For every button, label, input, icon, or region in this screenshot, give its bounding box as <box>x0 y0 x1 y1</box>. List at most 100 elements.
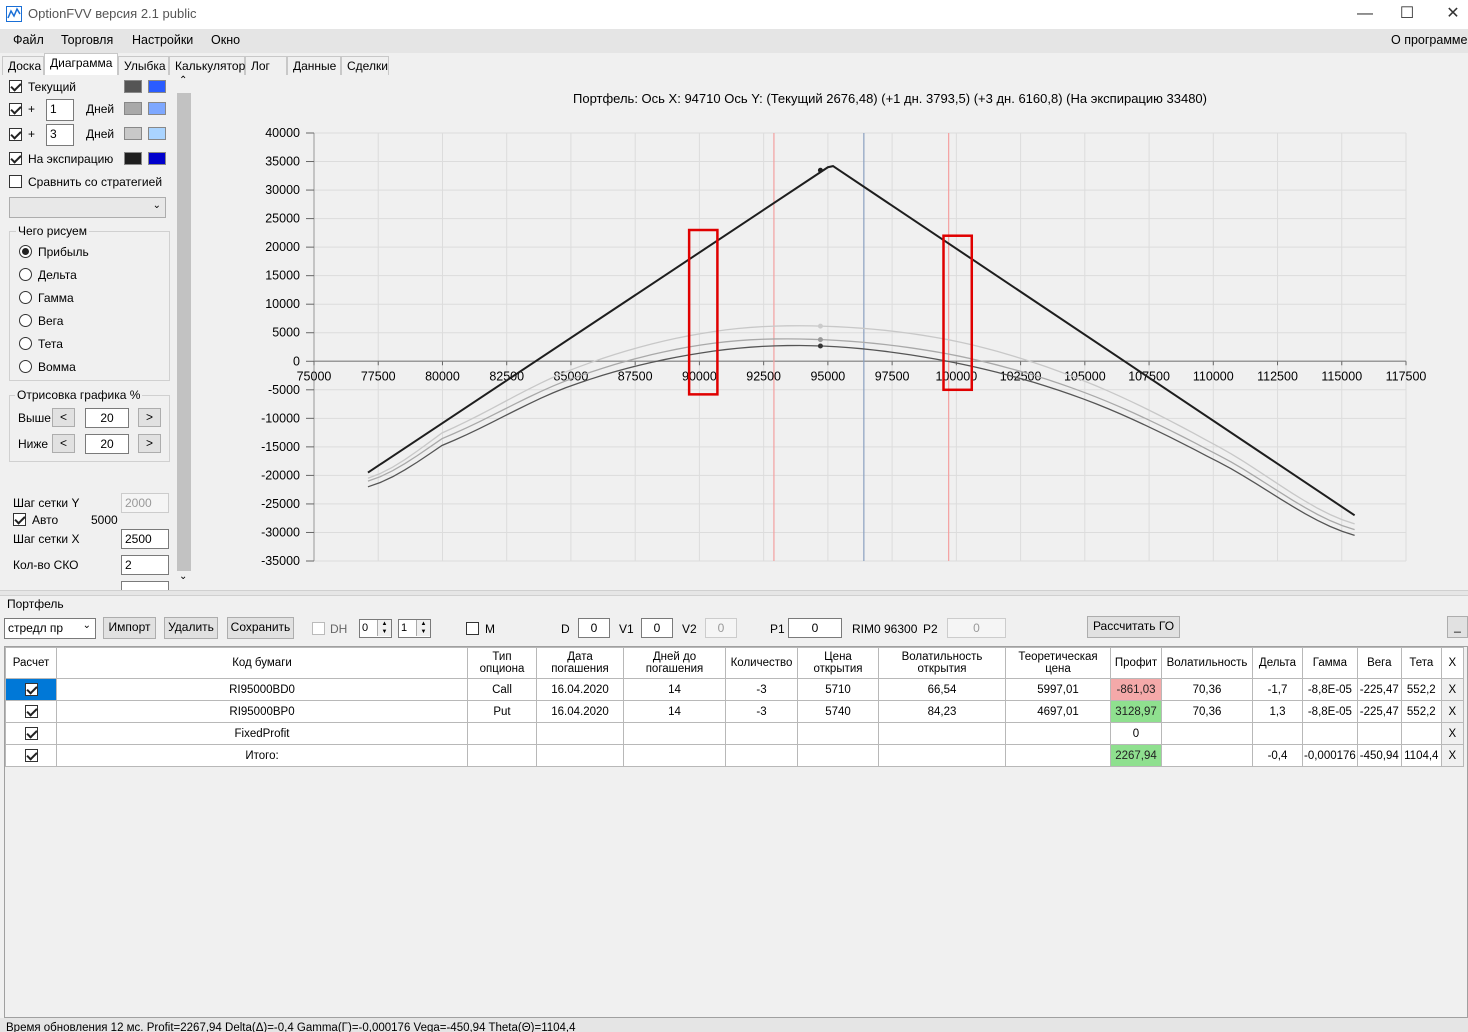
maximize-button[interactable]: ☐ <box>1384 0 1430 29</box>
cell-theta[interactable]: 552,2 <box>1400 700 1442 723</box>
col-header-qty[interactable]: Количество <box>725 647 798 679</box>
cell-gamma[interactable]: -0,000176 <box>1302 744 1358 767</box>
p1-input[interactable]: 0 <box>788 618 842 638</box>
menu-window[interactable]: Окно <box>211 33 240 47</box>
cell-profit[interactable]: -861,03 <box>1110 678 1162 701</box>
cell-theo[interactable] <box>1005 722 1111 745</box>
scroll-down-icon[interactable]: ⌄ <box>179 571 187 582</box>
table-row[interactable]: Итого: 2267,94 -0,4 -0,000176 -450,94 1104,4 X <box>5 744 1464 767</box>
table-row[interactable]: RI95000BP0 Put 16.04.2020 14 -3 5740 84,23 4697… <box>5 700 1464 723</box>
plus3-checkbox[interactable] <box>9 128 22 141</box>
spin-up-icon[interactable]: ▲ <box>416 620 430 628</box>
cell-profit[interactable]: 2267,94 <box>1110 744 1162 767</box>
plus3-days-input[interactable]: 3 <box>46 124 74 146</box>
cell-price[interactable] <box>797 744 879 767</box>
cell-calc[interactable] <box>5 722 57 745</box>
dh-spin-1[interactable]: 0 ▲ ▼ <box>359 619 392 638</box>
cell-calc[interactable] <box>5 700 57 723</box>
cell-profit[interactable]: 0 <box>1110 722 1162 745</box>
cell-theta[interactable]: 552,2 <box>1400 678 1442 701</box>
cell-vol[interactable] <box>1161 722 1253 745</box>
radio-gamma[interactable] <box>19 291 32 304</box>
cell-theta[interactable]: 1104,4 <box>1400 744 1442 767</box>
radio-vomma[interactable] <box>19 360 32 373</box>
cell-code[interactable]: RI95000BP0 <box>56 700 468 723</box>
grid-x-input[interactable]: 2500 <box>121 529 169 549</box>
radio-delta[interactable] <box>19 268 32 281</box>
tab-log[interactable]: Лог <box>245 56 287 75</box>
dh-checkbox[interactable] <box>312 622 325 635</box>
strategy-dropdown[interactable]: ⌄ <box>9 197 166 218</box>
cell-type[interactable]: Put <box>467 700 537 723</box>
cell-profit[interactable]: 3128,97 <box>1110 700 1162 723</box>
cell-type[interactable]: Call <box>467 678 537 701</box>
expiration-color-swatch[interactable] <box>124 152 142 165</box>
plus3-color-swatch-alt[interactable] <box>148 127 166 140</box>
cell-vega[interactable]: -225,47 <box>1356 700 1402 723</box>
cell-delta[interactable]: -1,7 <box>1252 678 1303 701</box>
cell-delta[interactable]: 1,3 <box>1252 700 1303 723</box>
cell-qty[interactable] <box>725 722 798 745</box>
cell-price[interactable] <box>797 722 879 745</box>
tab-board[interactable]: Доска <box>2 56 44 75</box>
cell-calc[interactable] <box>5 744 57 767</box>
row-calc-checkbox[interactable] <box>24 727 38 740</box>
save-button[interactable]: Сохранить <box>227 617 294 639</box>
row-calc-checkbox[interactable] <box>24 705 38 718</box>
spin-down-icon[interactable]: ▼ <box>377 628 391 636</box>
cell-price[interactable]: 5710 <box>797 678 879 701</box>
hidden-input[interactable] <box>121 581 169 590</box>
spin-up-icon[interactable]: ▲ <box>377 620 391 628</box>
portfolio-select[interactable]: стредл пр ⌄ <box>4 618 96 639</box>
menu-file[interactable]: Файл <box>13 33 44 47</box>
radio-theta[interactable] <box>19 337 32 350</box>
splitter[interactable] <box>0 590 1468 596</box>
cell-type[interactable] <box>467 744 537 767</box>
cell-days[interactable]: 14 <box>623 700 726 723</box>
cell-theta[interactable] <box>1400 722 1442 745</box>
below-increase-button[interactable]: > <box>138 434 161 453</box>
radio-profit[interactable] <box>19 245 32 258</box>
above-input[interactable]: 20 <box>85 408 129 428</box>
cell-vol-open[interactable]: 84,23 <box>878 700 1006 723</box>
cell-delta[interactable]: -0,4 <box>1252 744 1303 767</box>
m-checkbox[interactable] <box>466 622 479 635</box>
plus1-color-swatch-alt[interactable] <box>148 102 166 115</box>
col-header-type[interactable]: Тип опциона <box>467 647 537 679</box>
tab-smile[interactable]: Улыбка <box>118 56 169 75</box>
menu-about[interactable]: О программе <box>1391 33 1467 47</box>
above-decrease-button[interactable]: < <box>52 408 75 427</box>
menu-trading[interactable]: Торговля <box>61 33 113 47</box>
tab-data[interactable]: Данные <box>287 56 341 75</box>
plus1-days-input[interactable]: 1 <box>46 99 74 121</box>
cell-date[interactable]: 16.04.2020 <box>536 700 624 723</box>
row-remove-button[interactable]: X <box>1440 678 1464 701</box>
cell-vol-open[interactable]: 66,54 <box>878 678 1006 701</box>
close-button[interactable]: ✕ <box>1430 0 1468 29</box>
v1-input[interactable]: 0 <box>641 618 673 638</box>
plus1-checkbox[interactable] <box>9 103 22 116</box>
cell-qty[interactable]: -3 <box>725 678 798 701</box>
minimize-panel-button[interactable]: _ <box>1447 616 1468 638</box>
cell-date[interactable] <box>536 722 624 745</box>
tab-calculator[interactable]: Калькулятор <box>169 56 245 75</box>
col-header-gamma[interactable]: Гамма <box>1302 647 1358 679</box>
cell-delta[interactable] <box>1252 722 1303 745</box>
col-header-vol-open[interactable]: Волатильность открытия <box>878 647 1006 679</box>
col-header-vega[interactable]: Вега <box>1356 647 1402 679</box>
grid-y-input[interactable]: 2000 <box>121 493 169 513</box>
col-header-date[interactable]: Дата погашения <box>536 647 624 679</box>
cell-gamma[interactable] <box>1302 722 1358 745</box>
cell-vega[interactable]: -225,47 <box>1356 678 1402 701</box>
cell-code[interactable]: RI95000BD0 <box>56 678 468 701</box>
cell-days[interactable] <box>623 744 726 767</box>
cell-theo[interactable] <box>1005 744 1111 767</box>
cell-date[interactable] <box>536 744 624 767</box>
cell-vega[interactable] <box>1356 722 1402 745</box>
cell-days[interactable] <box>623 722 726 745</box>
col-header-calc[interactable]: Расчет <box>5 647 57 679</box>
tab-diagram[interactable]: Диаграмма <box>44 53 118 75</box>
col-header-days[interactable]: Дней до погашения <box>623 647 726 679</box>
cell-vol[interactable] <box>1161 744 1253 767</box>
auto-checkbox[interactable] <box>13 513 26 526</box>
